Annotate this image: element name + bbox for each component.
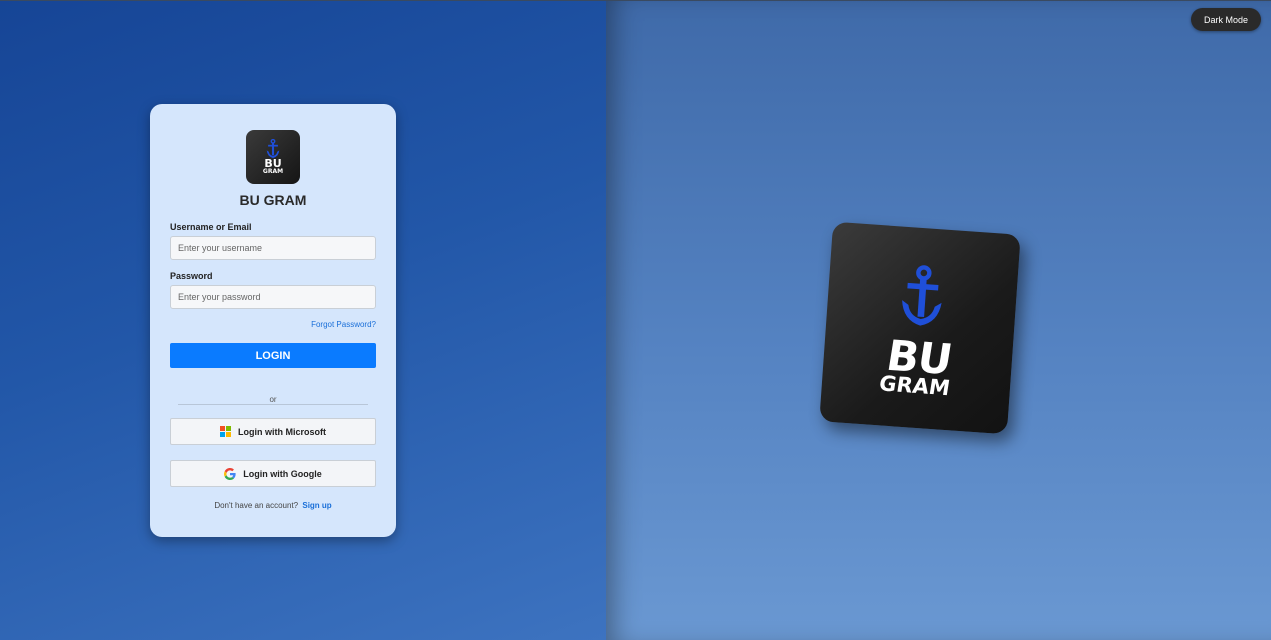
username-label: Username or Email xyxy=(170,222,252,232)
hero-logo-text-gram: GRAM xyxy=(877,370,952,400)
anchor-icon xyxy=(266,139,280,159)
password-label: Password xyxy=(170,271,213,281)
divider xyxy=(178,404,368,405)
login-card: BU GRAM BU GRAM Username or Email Passwo… xyxy=(150,104,396,537)
signup-link[interactable]: Sign up xyxy=(302,501,331,510)
signup-prompt: Don't have an account? xyxy=(214,501,299,510)
microsoft-icon xyxy=(220,426,231,437)
login-google-button[interactable]: Login with Google xyxy=(170,460,376,487)
hero-logo: BU GRAM xyxy=(819,221,1021,435)
hero-logo-text: BU GRAM xyxy=(877,331,957,400)
signup-row: Don't have an account? Sign up xyxy=(150,501,396,510)
brand-logo: BU GRAM xyxy=(246,130,300,184)
login-button[interactable]: LOGIN xyxy=(170,343,376,368)
brand-title: BU GRAM xyxy=(239,192,307,208)
login-microsoft-button[interactable]: Login with Microsoft xyxy=(170,418,376,445)
brand-logo-text: BU GRAM xyxy=(262,158,284,176)
or-separator: or xyxy=(269,395,277,404)
login-google-label: Login with Google xyxy=(243,468,322,479)
username-input[interactable] xyxy=(170,236,376,260)
forgot-password-link[interactable]: Forgot Password? xyxy=(311,320,376,329)
password-input[interactable] xyxy=(170,285,376,309)
anchor-icon xyxy=(902,264,942,326)
login-microsoft-label: Login with Microsoft xyxy=(238,426,326,437)
logo-text-gram: GRAM xyxy=(262,168,284,176)
dark-mode-toggle[interactable]: Dark Mode xyxy=(1191,8,1261,31)
google-icon xyxy=(224,467,236,480)
top-border xyxy=(0,0,1271,1)
